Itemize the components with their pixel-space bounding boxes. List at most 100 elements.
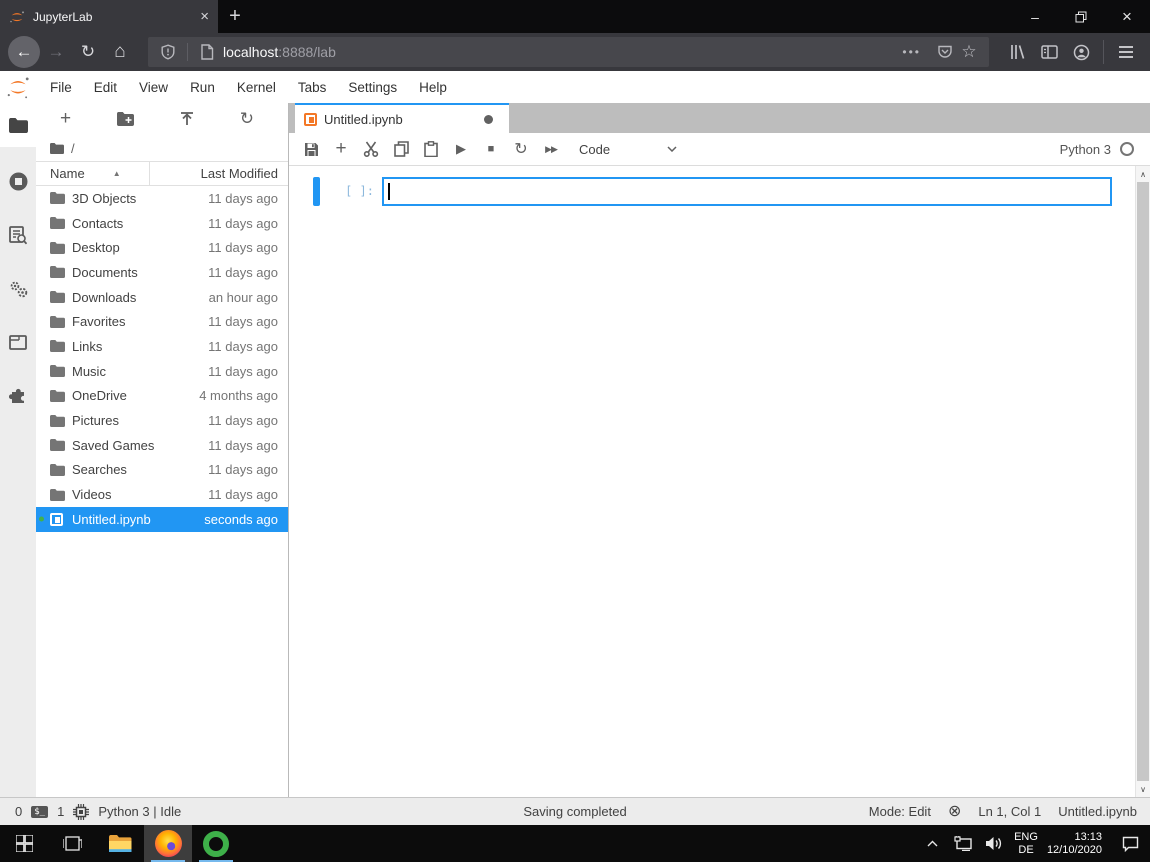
- bookmark-star-icon[interactable]: ☆: [957, 42, 981, 62]
- file-modified: 11 days ago: [208, 462, 278, 477]
- task-view-button[interactable]: [48, 825, 96, 862]
- restore-button[interactable]: [1058, 0, 1104, 33]
- file-row-favorites[interactable]: Favorites11 days ago: [36, 309, 288, 334]
- run-cell-button[interactable]: ▶: [446, 136, 476, 162]
- file-list: 3D Objects11 days agoContacts11 days ago…: [36, 186, 288, 532]
- file-row-3d-objects[interactable]: 3D Objects11 days ago: [36, 186, 288, 211]
- upload-button[interactable]: [180, 112, 194, 127]
- file-row-desktop[interactable]: Desktop11 days ago: [36, 235, 288, 260]
- menu-view[interactable]: View: [128, 71, 179, 103]
- refresh-button[interactable]: ↻: [240, 109, 254, 129]
- unsaved-changes-icon[interactable]: [484, 115, 493, 124]
- file-row-pictures[interactable]: Pictures11 days ago: [36, 408, 288, 433]
- url-path[interactable]: :8888/lab: [278, 44, 336, 60]
- home-folder-icon[interactable]: [50, 143, 64, 154]
- file-name: 3D Objects: [72, 191, 208, 206]
- notebook-scrollbar[interactable]: ∧ ∨: [1135, 166, 1150, 797]
- insert-cell-button[interactable]: +: [326, 136, 356, 162]
- mode-indicator[interactable]: Mode: Edit: [869, 804, 931, 819]
- file-row-contacts[interactable]: Contacts11 days ago: [36, 211, 288, 236]
- file-row-searches[interactable]: Searches11 days ago: [36, 458, 288, 483]
- sidebar-tab-filebrowser[interactable]: [0, 103, 36, 147]
- scrollbar-thumb[interactable]: [1137, 182, 1149, 781]
- tracking-protection-shield-icon[interactable]: [156, 44, 180, 60]
- trust-shield-icon[interactable]: ⊗: [948, 804, 961, 820]
- scroll-up-icon[interactable]: ∧: [1136, 166, 1150, 182]
- sidebar-tab-command-palette[interactable]: [0, 215, 36, 255]
- file-row-links[interactable]: Links11 days ago: [36, 334, 288, 359]
- file-row-onedrive[interactable]: OneDrive4 months ago: [36, 384, 288, 409]
- cut-cells-button[interactable]: [356, 136, 386, 162]
- forward-button[interactable]: →: [40, 36, 72, 68]
- home-button[interactable]: ⌂: [104, 36, 136, 68]
- sidebars-icon[interactable]: [1033, 36, 1065, 68]
- sidebar-tab-running[interactable]: [0, 161, 36, 201]
- browser-tab-title: JupyterLab: [33, 10, 192, 24]
- menu-tabs[interactable]: Tabs: [287, 71, 338, 103]
- browser-tab-jupyterlab[interactable]: JupyterLab ×: [0, 0, 218, 33]
- column-header-modified[interactable]: Last Modified: [150, 166, 288, 181]
- cell-collapser[interactable]: [313, 177, 320, 206]
- url-host[interactable]: localhost: [223, 44, 278, 60]
- pocket-icon[interactable]: [933, 44, 957, 60]
- file-row-music[interactable]: Music11 days ago: [36, 359, 288, 384]
- breadcrumb-root[interactable]: /: [71, 141, 75, 156]
- library-icon[interactable]: [1001, 36, 1033, 68]
- cursor-position[interactable]: Ln 1, Col 1: [978, 804, 1041, 819]
- clock[interactable]: 13:13 12/10/2020: [1047, 831, 1102, 857]
- restart-run-all-button[interactable]: ▶▶: [536, 136, 566, 162]
- paste-cells-button[interactable]: [416, 136, 446, 162]
- new-tab-button[interactable]: +: [218, 0, 252, 33]
- menu-edit[interactable]: Edit: [83, 71, 128, 103]
- scroll-down-icon[interactable]: ∨: [1136, 781, 1150, 797]
- sidebar-tab-property-inspector[interactable]: [0, 269, 36, 309]
- menu-kernel[interactable]: Kernel: [226, 71, 287, 103]
- start-button[interactable]: [0, 825, 48, 862]
- page-info-icon[interactable]: [195, 44, 219, 60]
- account-icon[interactable]: [1065, 36, 1097, 68]
- tray-expand-chevron-icon[interactable]: [921, 840, 943, 847]
- file-row-downloads[interactable]: Downloadsan hour ago: [36, 285, 288, 310]
- cell-type-dropdown[interactable]: Code: [579, 142, 677, 157]
- file-row-documents[interactable]: Documents11 days ago: [36, 260, 288, 285]
- sidebar-tab-open-tabs[interactable]: [0, 322, 36, 362]
- menu-run[interactable]: Run: [179, 71, 226, 103]
- volume-icon[interactable]: [983, 836, 1005, 851]
- new-folder-button[interactable]: [117, 112, 134, 126]
- file-explorer-button[interactable]: [96, 825, 144, 862]
- back-button[interactable]: ←: [8, 36, 40, 68]
- sidebar-tab-extensions[interactable]: [0, 374, 36, 414]
- menu-help[interactable]: Help: [408, 71, 458, 103]
- kernel-name[interactable]: Python 3: [1060, 142, 1111, 157]
- file-row-saved-games[interactable]: Saved Games11 days ago: [36, 433, 288, 458]
- cell-editor[interactable]: [382, 177, 1112, 206]
- save-button[interactable]: [296, 136, 326, 162]
- notebook-tab[interactable]: Untitled.ipynb: [295, 103, 509, 133]
- kernel-status-icon[interactable]: [1120, 142, 1134, 156]
- action-center-icon[interactable]: [1119, 836, 1141, 852]
- network-icon[interactable]: [952, 836, 974, 851]
- file-row-untitled-ipynb[interactable]: Untitled.ipynbseconds ago: [36, 507, 288, 532]
- reload-button[interactable]: ↻: [72, 36, 104, 68]
- menu-hamburger-icon[interactable]: [1110, 36, 1142, 68]
- interrupt-kernel-button[interactable]: ■: [476, 136, 506, 162]
- close-button[interactable]: ×: [1104, 0, 1150, 33]
- copy-cells-button[interactable]: [386, 136, 416, 162]
- kernels-count[interactable]: 1: [57, 804, 64, 819]
- menu-file[interactable]: File: [39, 71, 83, 103]
- file-row-videos[interactable]: Videos11 days ago: [36, 482, 288, 507]
- tab-close-button[interactable]: ×: [200, 9, 209, 24]
- new-launcher-button[interactable]: +: [60, 108, 71, 130]
- url-bar[interactable]: localhost:8888/lab ••• ☆: [148, 37, 989, 67]
- language-indicator[interactable]: ENG DE: [1014, 831, 1038, 857]
- code-cell[interactable]: [ ]:: [313, 176, 1112, 206]
- terminals-count[interactable]: 0: [15, 804, 22, 819]
- menu-settings[interactable]: Settings: [337, 71, 408, 103]
- restart-kernel-button[interactable]: ↻: [506, 136, 536, 162]
- firefox-taskbar-button[interactable]: [144, 825, 192, 862]
- minimize-button[interactable]: –: [1012, 0, 1058, 33]
- anaconda-taskbar-button[interactable]: [192, 825, 240, 862]
- page-actions-button[interactable]: •••: [902, 45, 921, 59]
- column-header-name[interactable]: Name ▲: [36, 162, 150, 185]
- kernel-status-text[interactable]: Python 3 | Idle: [98, 804, 181, 819]
